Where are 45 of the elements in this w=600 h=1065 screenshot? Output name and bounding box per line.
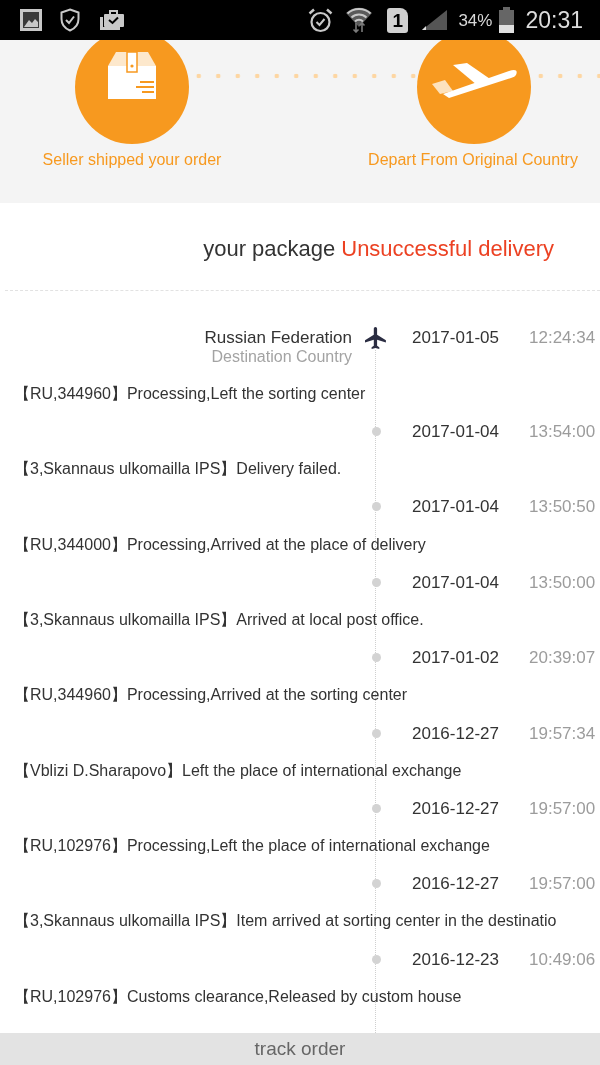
event-time: 19:57:00 [529,798,596,818]
event-time: 13:50:50 [529,497,596,517]
event-time: 19:57:34 [529,723,596,743]
alarm-clock-icon [308,7,334,33]
image-icon [20,9,42,31]
event-date: 2016-12-27 [412,798,499,818]
clock-time: 20:31 [525,8,583,32]
event-date: 2017-01-05 [412,328,499,347]
track-order-button[interactable]: track order [0,1033,600,1065]
location-name: Russian Federation [204,328,352,347]
location-note: Destination Country [211,347,352,366]
battery-percent: 34% [458,11,493,29]
event-description: 【RU,344960】Processing,Arrived at the sorting center [14,685,408,706]
event-description: 【3,Skannaus ulkomailla IPS】Item arrived at sorting center in the destinatio [14,911,557,932]
event-date: 2016-12-23 [412,949,499,969]
step-label: Seller shipped your order [42,150,222,170]
event-time: 13:50:00 [529,572,596,592]
event-date: 2016-12-27 [412,723,499,743]
event-time: 19:57:00 [529,874,596,894]
event-time: 20:39:07 [529,648,596,668]
delivery-status: Unsuccessful delivery [341,235,554,263]
event-description: 【RU,344000】Processing,Arrived at the place of delivery [14,534,426,555]
event-date: 2017-01-04 [412,572,499,592]
event-date: 2017-01-04 [412,497,499,517]
shield-check-icon [60,8,80,32]
event-description: 【RU,102976】Processing,Left the place of international exchange [14,836,490,857]
event-description: 【3,Skannaus ulkomailla IPS】Arrived at local post office. [14,609,424,630]
event-time: 13:54:00 [529,422,596,442]
event-description: 【3,Skannaus ulkomailla IPS】Delivery failed. [14,459,342,480]
wifi-icon [345,7,374,33]
event-date: 2016-12-27 [412,874,499,894]
briefcase-check-icon [99,9,125,31]
step-label: Depart From Original Country [368,150,578,170]
event-description: 【RU,344960】Processing,Left the sorting center [14,383,366,404]
sim-card-badge: 1 [387,7,409,33]
airplane-icon [365,326,387,349]
event-description: 【Vblizi D.Sharapovo】Left the place of international exchange [14,760,462,781]
signal-icon [421,9,449,31]
battery-icon [498,7,516,33]
event-time: 12:24:34 [529,328,596,347]
event-date: 2017-01-02 [412,648,499,668]
event-time: 10:49:06 [529,949,596,969]
status-label: your package [203,235,336,263]
event-date: 2017-01-04 [412,422,499,442]
event-description: 【RU,102976】Customs clearance,Released by custom house [14,986,462,1007]
